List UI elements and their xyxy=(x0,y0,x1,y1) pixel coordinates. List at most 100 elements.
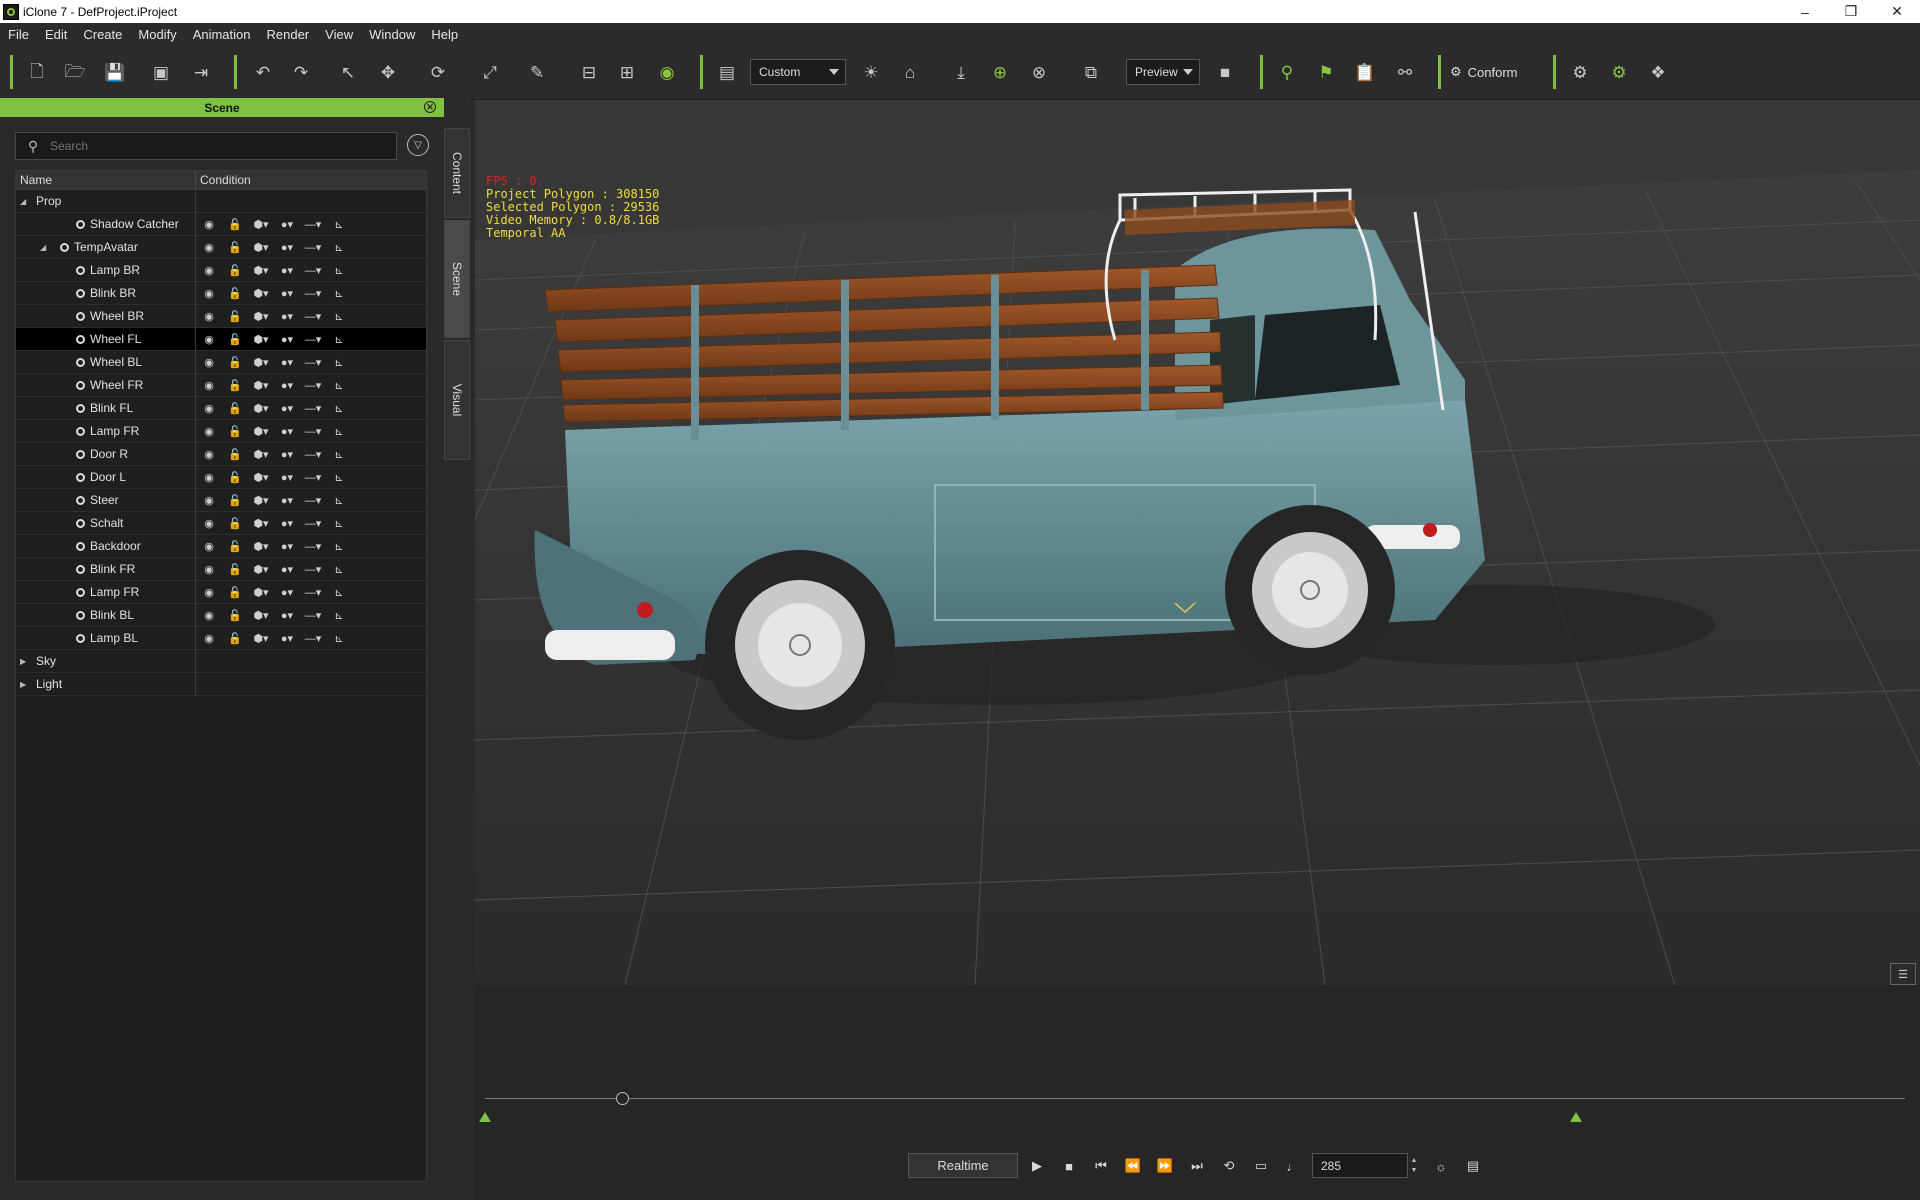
cube-icon[interactable]: ⬢▾ xyxy=(248,632,274,645)
line-icon[interactable]: —▾ xyxy=(300,448,326,461)
lock-icon[interactable]: 🔓 xyxy=(222,517,248,530)
tree-row[interactable]: Blink FR ◉ 🔓 ⬢▾ ●▾ —▾ ⊾ xyxy=(16,557,426,581)
start-marker-icon[interactable] xyxy=(479,1112,491,1122)
video-camera-icon[interactable]: ■ xyxy=(1212,61,1238,85)
shadow-icon[interactable]: ●▾ xyxy=(274,517,300,530)
camera-view-icon[interactable]: ▤ xyxy=(714,61,740,85)
column-name[interactable]: Name xyxy=(16,171,196,189)
menu-create[interactable]: Create xyxy=(75,27,130,42)
bone-icon[interactable]: ⊾ xyxy=(326,586,352,599)
lock-icon[interactable]: 🔓 xyxy=(222,609,248,622)
bone-icon[interactable]: ⊾ xyxy=(326,287,352,300)
shadow-icon[interactable]: ●▾ xyxy=(274,540,300,553)
bone-icon[interactable]: ⊾ xyxy=(326,356,352,369)
bone-icon[interactable]: ⊾ xyxy=(326,241,352,254)
shadow-icon[interactable]: ●▾ xyxy=(274,241,300,254)
align-icon[interactable]: ⊟ xyxy=(576,61,602,85)
cube-icon[interactable]: ⬢▾ xyxy=(248,540,274,553)
cube-icon[interactable]: ⬢▾ xyxy=(248,586,274,599)
expand-arrow-icon[interactable]: ▶ xyxy=(20,657,26,666)
lock-icon[interactable]: 🔓 xyxy=(222,425,248,438)
tab-scene[interactable]: Scene xyxy=(444,220,470,338)
stop-icon[interactable]: ■ xyxy=(1058,1155,1080,1177)
menu-help[interactable]: Help xyxy=(423,27,466,42)
visible-eye-icon[interactable]: ◉ xyxy=(196,425,222,438)
tree-row[interactable]: Wheel BR ◉ 🔓 ⬢▾ ●▾ —▾ ⊾ xyxy=(16,304,426,328)
visible-eye-icon[interactable]: ◉ xyxy=(196,287,222,300)
shadow-icon[interactable]: ●▾ xyxy=(274,494,300,507)
cube-icon[interactable]: ⬢▾ xyxy=(248,241,274,254)
play-icon[interactable]: ▶ xyxy=(1026,1155,1048,1177)
tree-row[interactable]: Blink BL ◉ 🔓 ⬢▾ ●▾ —▾ ⊾ xyxy=(16,603,426,627)
tree-row[interactable]: Shadow Catcher ◉ 🔓 ⬢▾ ●▾ —▾ ⊾ xyxy=(16,212,426,236)
cube-icon[interactable]: ⬢▾ xyxy=(248,379,274,392)
line-icon[interactable]: —▾ xyxy=(300,402,326,415)
tree-row[interactable]: ▶ Light xyxy=(16,672,426,696)
visible-eye-icon[interactable]: ◉ xyxy=(196,540,222,553)
menu-modify[interactable]: Modify xyxy=(130,27,184,42)
visible-eye-icon[interactable]: ◉ xyxy=(196,310,222,323)
line-icon[interactable]: —▾ xyxy=(300,425,326,438)
tree-row[interactable]: Door L ◉ 🔓 ⬢▾ ●▾ —▾ ⊾ xyxy=(16,465,426,489)
shadow-icon[interactable]: ●▾ xyxy=(274,287,300,300)
scale-icon[interactable]: ⤢ xyxy=(477,61,503,85)
frame-number-input[interactable]: 285 xyxy=(1312,1153,1408,1178)
tree-row[interactable]: Steer ◉ 🔓 ⬢▾ ●▾ —▾ ⊾ xyxy=(16,488,426,512)
collision-icon[interactable]: ❖ xyxy=(1645,61,1671,85)
tree-row[interactable]: Wheel FL ◉ 🔓 ⬢▾ ●▾ —▾ ⊾ xyxy=(16,327,426,351)
cube-icon[interactable]: ⬢▾ xyxy=(248,494,274,507)
link-icon[interactable]: ⚯ xyxy=(1392,61,1418,85)
tree-row[interactable]: Blink FL ◉ 🔓 ⬢▾ ●▾ —▾ ⊾ xyxy=(16,396,426,420)
tree-row[interactable]: Lamp FR ◉ 🔓 ⬢▾ ●▾ —▾ ⊾ xyxy=(16,580,426,604)
render-mode-dropdown[interactable]: Preview xyxy=(1126,59,1200,85)
bone-icon[interactable]: ⊾ xyxy=(326,632,352,645)
tab-content[interactable]: Content xyxy=(444,128,470,218)
distribute-icon[interactable]: ⊞ xyxy=(614,61,640,85)
timeline-slider-knob[interactable] xyxy=(616,1092,629,1105)
lock-icon[interactable]: 🔓 xyxy=(222,586,248,599)
lock-icon[interactable]: 🔓 xyxy=(222,333,248,346)
save-icon[interactable]: 💾 xyxy=(102,61,128,85)
flag-icon[interactable]: ⚑ xyxy=(1313,61,1339,85)
cube-icon[interactable]: ⬢▾ xyxy=(248,264,274,277)
bone-icon[interactable]: ⊾ xyxy=(326,264,352,277)
tree-row[interactable]: ◢ Prop xyxy=(16,189,426,213)
lock-icon[interactable]: 🔓 xyxy=(222,310,248,323)
visible-eye-icon[interactable]: ◉ xyxy=(196,402,222,415)
import-icon[interactable]: ▣ xyxy=(148,61,174,85)
tab-visual[interactable]: Visual xyxy=(444,340,470,460)
visible-eye-icon[interactable]: ◉ xyxy=(196,218,222,231)
menu-animation[interactable]: Animation xyxy=(185,27,259,42)
restore-button[interactable]: ❐ xyxy=(1828,0,1874,23)
physics-toggle-icon[interactable]: ⚙ xyxy=(1606,61,1632,85)
bone-icon[interactable]: ⊾ xyxy=(326,494,352,507)
tree-row[interactable]: Backdoor ◉ 🔓 ⬢▾ ●▾ —▾ ⊾ xyxy=(16,534,426,558)
bone-icon[interactable]: ⊾ xyxy=(326,218,352,231)
visible-eye-icon[interactable]: ◉ xyxy=(196,333,222,346)
bone-icon[interactable]: ⊾ xyxy=(326,310,352,323)
visible-eye-icon[interactable]: ◉ xyxy=(196,494,222,507)
lock-icon[interactable]: 🔓 xyxy=(222,448,248,461)
visible-eye-icon[interactable]: ◉ xyxy=(196,448,222,461)
line-icon[interactable]: —▾ xyxy=(300,563,326,576)
shadow-icon[interactable]: ●▾ xyxy=(274,402,300,415)
column-condition[interactable]: Condition xyxy=(196,171,251,189)
frame-spinner[interactable]: ▲ ▼ xyxy=(1408,1153,1420,1178)
collapse-arrow-icon[interactable]: ◢ xyxy=(20,197,26,206)
light-sun-icon[interactable]: ☀ xyxy=(858,61,884,85)
bone-icon[interactable]: ⊾ xyxy=(326,517,352,530)
shadow-icon[interactable]: ●▾ xyxy=(274,425,300,438)
open-folder-icon[interactable]: 🗁 xyxy=(62,61,88,85)
conform-button[interactable]: ⚙ Conform xyxy=(1450,59,1518,85)
visible-eye-icon[interactable]: ◉ xyxy=(196,356,222,369)
timeline-slider-track[interactable] xyxy=(485,1098,1905,1099)
menu-view[interactable]: View xyxy=(317,27,361,42)
redo-icon[interactable]: ↷ xyxy=(288,61,314,85)
lock-icon[interactable]: 🔓 xyxy=(222,494,248,507)
tree-row[interactable]: Schalt ◉ 🔓 ⬢▾ ●▾ —▾ ⊾ xyxy=(16,511,426,535)
line-icon[interactable]: —▾ xyxy=(300,586,326,599)
visible-eye-icon[interactable]: ◉ xyxy=(196,609,222,622)
end-marker-icon[interactable] xyxy=(1570,1112,1582,1122)
select-arrow-icon[interactable]: ↖ xyxy=(335,61,361,85)
bone-icon[interactable]: ⊾ xyxy=(326,333,352,346)
